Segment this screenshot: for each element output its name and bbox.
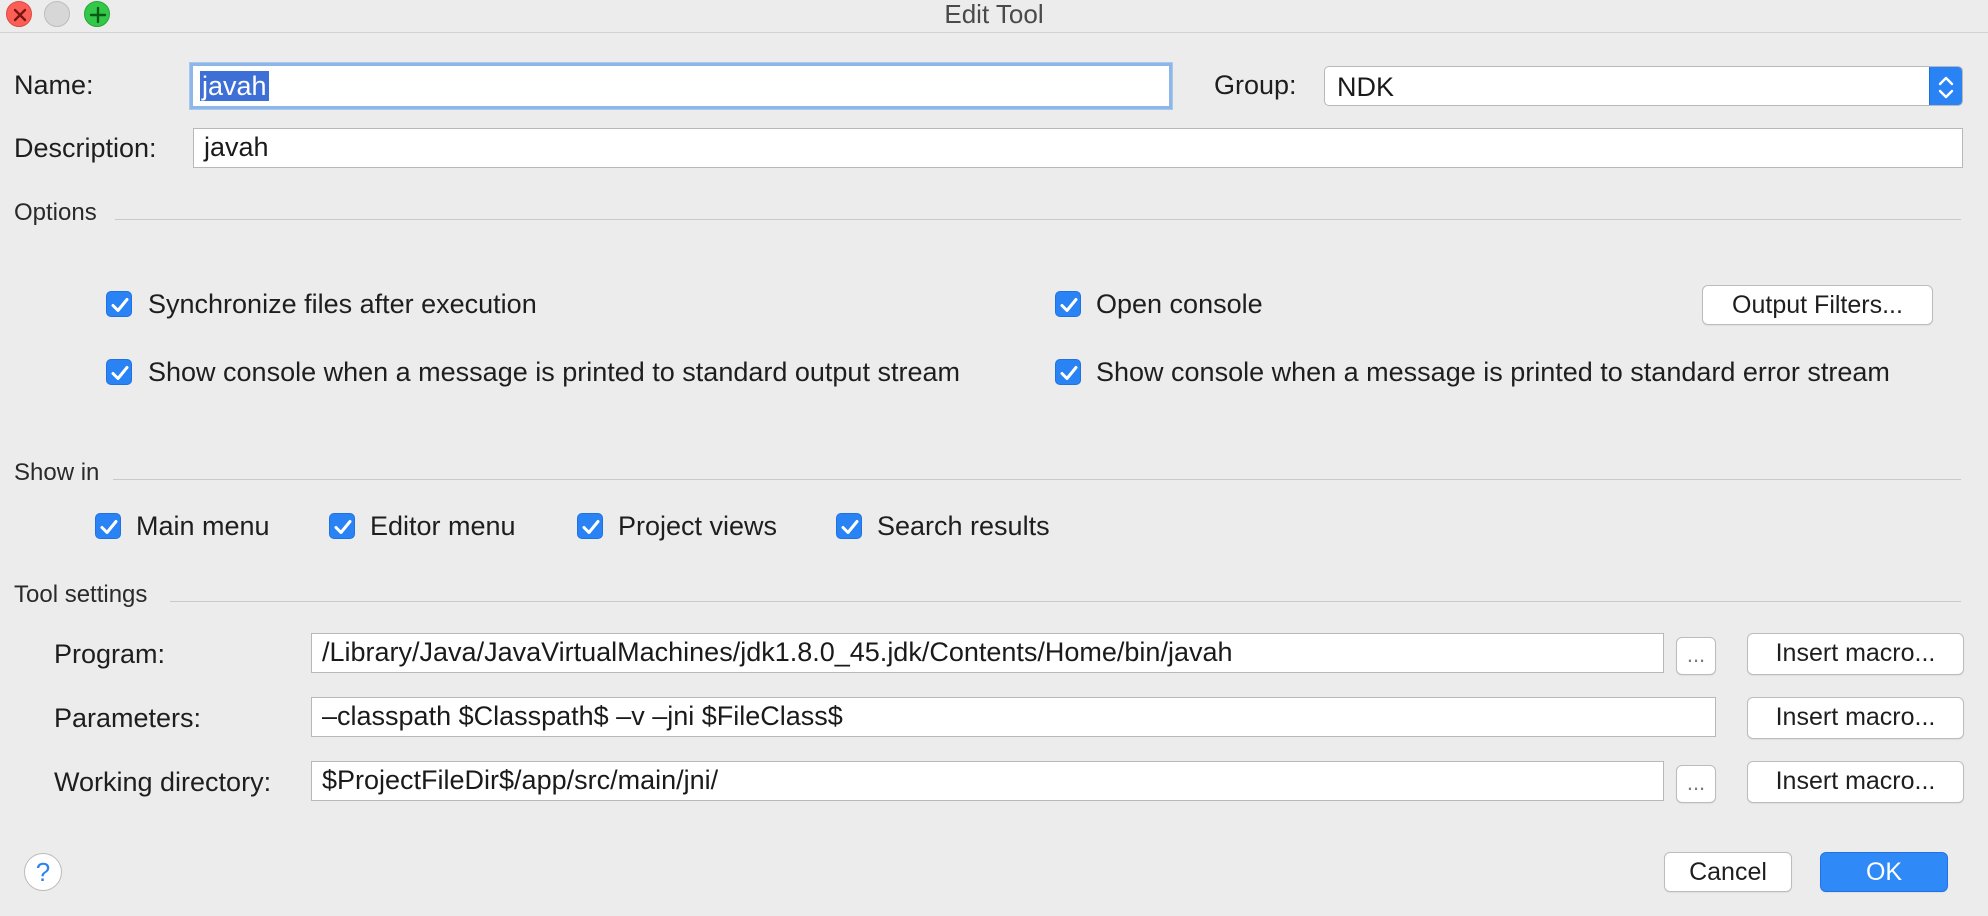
tool-settings-separator bbox=[170, 601, 1961, 602]
working-directory-input[interactable]: $ProjectFileDir$/app/src/main/jni/ bbox=[311, 761, 1664, 801]
project-views-label: Project views bbox=[618, 511, 778, 541]
sync-files-label: Synchronize files after execution bbox=[148, 289, 537, 319]
project-views-checkbox[interactable] bbox=[577, 513, 603, 539]
show-stdout-checkbox[interactable] bbox=[106, 359, 132, 385]
minimize-window-icon[interactable] bbox=[44, 1, 70, 27]
search-results-label: Search results bbox=[877, 511, 1050, 541]
tool-settings-section-title: Tool settings bbox=[14, 581, 148, 608]
program-browse-button[interactable]: ... bbox=[1676, 637, 1716, 675]
checkmark-icon bbox=[111, 366, 129, 380]
show-stdout-label: Show console when a message is printed t… bbox=[148, 357, 960, 387]
name-input-value: javah bbox=[200, 71, 269, 101]
parameters-label: Parameters: bbox=[54, 703, 202, 733]
name-label: Name: bbox=[14, 70, 94, 100]
options-section-title: Options bbox=[14, 199, 97, 226]
group-select[interactable]: NDK bbox=[1324, 66, 1963, 106]
checkmark-icon bbox=[100, 520, 118, 534]
main-menu-label: Main menu bbox=[136, 511, 270, 541]
checkmark-icon bbox=[582, 520, 600, 534]
working-directory-browse-button[interactable]: ... bbox=[1676, 765, 1716, 803]
program-input[interactable]: /Library/Java/JavaVirtualMachines/jdk1.8… bbox=[311, 633, 1664, 673]
group-select-value: NDK bbox=[1337, 72, 1395, 102]
close-window-icon[interactable] bbox=[6, 1, 32, 27]
checkmark-icon bbox=[1060, 298, 1078, 312]
description-input[interactable]: javah bbox=[193, 128, 1963, 168]
options-separator bbox=[115, 219, 1961, 220]
open-console-label: Open console bbox=[1096, 289, 1263, 319]
open-console-checkbox[interactable] bbox=[1055, 291, 1081, 317]
sync-files-checkbox[interactable] bbox=[106, 291, 132, 317]
zoom-window-icon[interactable] bbox=[84, 1, 110, 27]
checkmark-icon bbox=[841, 520, 859, 534]
parameters-insert-macro-button[interactable]: Insert macro... bbox=[1747, 697, 1964, 739]
show-stderr-label: Show console when a message is printed t… bbox=[1096, 357, 1890, 387]
program-insert-macro-button[interactable]: Insert macro... bbox=[1747, 633, 1964, 675]
working-directory-label: Working directory: bbox=[54, 767, 272, 797]
program-label: Program: bbox=[54, 639, 166, 669]
name-input[interactable]: javah bbox=[190, 63, 1172, 109]
checkmark-icon bbox=[111, 298, 129, 312]
editor-menu-label: Editor menu bbox=[370, 511, 516, 541]
working-directory-insert-macro-button[interactable]: Insert macro... bbox=[1747, 761, 1964, 803]
help-icon[interactable]: ? bbox=[24, 853, 62, 891]
combo-arrows-icon[interactable] bbox=[1929, 67, 1962, 105]
cancel-button[interactable]: Cancel bbox=[1664, 852, 1792, 892]
search-results-checkbox[interactable] bbox=[836, 513, 862, 539]
ok-button[interactable]: OK bbox=[1820, 852, 1948, 892]
description-label: Description: bbox=[14, 133, 157, 163]
show-in-separator bbox=[113, 479, 1961, 480]
output-filters-button[interactable]: Output Filters... bbox=[1702, 285, 1933, 325]
show-in-section-title: Show in bbox=[14, 459, 100, 486]
group-label: Group: bbox=[1214, 70, 1297, 100]
show-stderr-checkbox[interactable] bbox=[1055, 359, 1081, 385]
parameters-input[interactable]: –classpath $Classpath$ –v –jni $FileClas… bbox=[311, 697, 1716, 737]
window-title: Edit Tool bbox=[944, 0, 1044, 29]
main-menu-checkbox[interactable] bbox=[95, 513, 121, 539]
editor-menu-checkbox[interactable] bbox=[329, 513, 355, 539]
checkmark-icon bbox=[1060, 366, 1078, 380]
checkmark-icon bbox=[334, 520, 352, 534]
